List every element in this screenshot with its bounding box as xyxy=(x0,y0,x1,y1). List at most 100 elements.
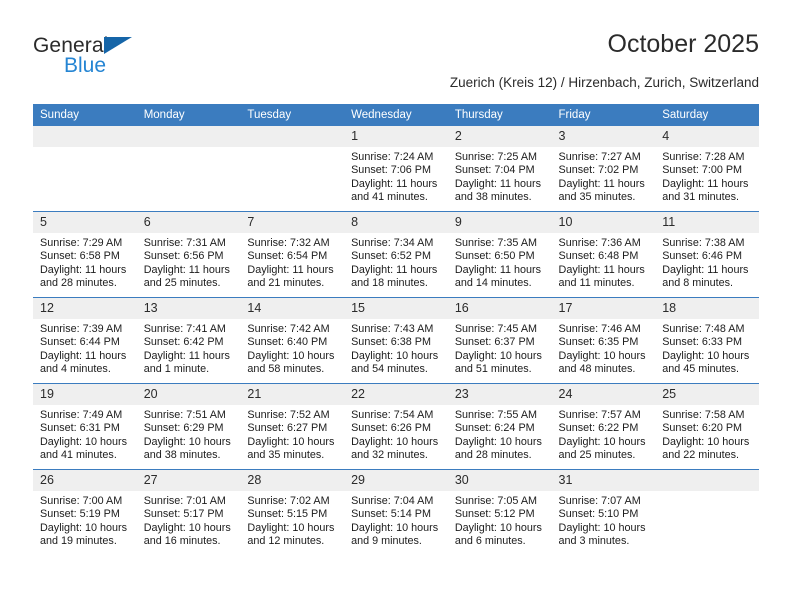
calendar-day-cell[interactable]: 14 Sunrise: 7:42 AM Sunset: 6:40 PM Dayligh… xyxy=(240,297,345,384)
sunrise-text: Sunrise: 7:29 AM xyxy=(40,237,123,249)
sunset-text: Sunset: 6:58 PM xyxy=(40,250,120,263)
sunset-text: Sunset: 6:27 PM xyxy=(247,422,328,435)
day-details: Sunrise: 7:05 AM Sunset: 5:12 PM Daylight:… xyxy=(448,491,552,549)
sunrise-text: Sunrise: 7:42 AM xyxy=(247,323,330,335)
day-number: 15 xyxy=(344,298,448,319)
daylight-text: Daylight: 10 hours and 32 minutes. xyxy=(351,435,439,462)
day-number: 10 xyxy=(551,212,656,233)
sunrise-text: Sunrise: 7:55 AM xyxy=(454,409,538,421)
daylight-text: Daylight: 11 hours and 18 minutes. xyxy=(351,263,438,290)
day-details: Sunrise: 7:29 AM Sunset: 6:58 PM Daylight:… xyxy=(33,233,137,291)
daylight-text: Daylight: 10 hours and 6 minutes. xyxy=(454,521,542,548)
day-details: Sunrise: 7:02 AM Sunset: 5:15 PM Daylight:… xyxy=(240,491,344,549)
calendar-day-cell[interactable]: 31 Sunrise: 7:07 AM Sunset: 5:10 PM Dayligh… xyxy=(551,469,656,555)
calendar-page: General Blue October 2025 Zuerich (Kreis… xyxy=(0,0,792,612)
calendar-day-cell[interactable]: 1 Sunrise: 7:24 AM Sunset: 7:06 PM Daylight… xyxy=(344,126,448,212)
calendar-day-cell[interactable]: 13 Sunrise: 7:41 AM Sunset: 6:42 PM Dayligh… xyxy=(136,297,241,384)
calendar-day-cell[interactable]: 21 Sunrise: 7:52 AM Sunset: 6:27 PM Dayligh… xyxy=(240,383,345,470)
sunrise-text: Sunrise: 7:27 AM xyxy=(558,151,641,163)
day-details: Sunrise: 7:27 AM Sunset: 7:02 PM Daylight:… xyxy=(552,147,656,205)
sunrise-text: Sunrise: 7:05 AM xyxy=(454,495,538,507)
day-details: Sunrise: 7:48 AM Sunset: 6:33 PM Daylight:… xyxy=(655,319,759,377)
calendar-week-row: 1 Sunrise: 7:24 AM Sunset: 7:06 PM Daylight… xyxy=(33,126,759,212)
calendar-day-cell[interactable]: 22 Sunrise: 7:54 AM Sunset: 6:26 PM Dayligh… xyxy=(344,383,448,470)
day-details: Sunrise: 7:43 AM Sunset: 6:38 PM Daylight:… xyxy=(344,319,448,377)
day-number: 17 xyxy=(551,298,656,319)
sunrise-text: Sunrise: 7:36 AM xyxy=(558,237,641,249)
calendar-day-cell[interactable]: 11 Sunrise: 7:38 AM Sunset: 6:46 PM Dayligh… xyxy=(655,211,759,298)
daylight-text: Daylight: 10 hours and 51 minutes. xyxy=(454,349,542,376)
day-number: 2 xyxy=(447,126,552,147)
sunset-text: Sunset: 6:42 PM xyxy=(143,336,224,349)
weekday-header-wednesday: Wednesday xyxy=(344,104,448,126)
calendar-day-cell[interactable]: 18 Sunrise: 7:48 AM Sunset: 6:33 PM Dayligh… xyxy=(655,297,759,384)
calendar-day-cell[interactable]: 28 Sunrise: 7:02 AM Sunset: 5:15 PM Dayligh… xyxy=(240,469,345,555)
calendar-day-cell[interactable]: 6 Sunrise: 7:31 AM Sunset: 6:56 PM Daylight… xyxy=(136,211,241,298)
daylight-text: Daylight: 11 hours and 28 minutes. xyxy=(40,263,127,290)
day-details: Sunrise: 7:55 AM Sunset: 6:24 PM Daylight:… xyxy=(448,405,552,463)
calendar-day-cell[interactable]: 2 Sunrise: 7:25 AM Sunset: 7:04 PM Daylight… xyxy=(447,126,552,212)
sunset-text: Sunset: 7:02 PM xyxy=(558,164,639,177)
sunrise-text: Sunrise: 7:02 AM xyxy=(247,495,330,507)
calendar-day-cell[interactable]: 27 Sunrise: 7:01 AM Sunset: 5:17 PM Dayligh… xyxy=(136,469,241,555)
sunrise-text: Sunrise: 7:58 AM xyxy=(662,409,745,421)
day-details: Sunrise: 7:01 AM Sunset: 5:17 PM Daylight:… xyxy=(137,491,241,549)
calendar-day-cell[interactable]: 30 Sunrise: 7:05 AM Sunset: 5:12 PM Dayligh… xyxy=(447,469,552,555)
calendar-day-cell[interactable]: 20 Sunrise: 7:51 AM Sunset: 6:29 PM Dayligh… xyxy=(136,383,241,470)
sunrise-text: Sunrise: 7:54 AM xyxy=(351,409,434,421)
calendar-day-cell[interactable]: 4 Sunrise: 7:28 AM Sunset: 7:00 PM Daylight… xyxy=(655,126,759,212)
calendar-day-cell[interactable]: 24 Sunrise: 7:57 AM Sunset: 6:22 PM Dayligh… xyxy=(551,383,656,470)
calendar-day-cell[interactable]: 10 Sunrise: 7:36 AM Sunset: 6:48 PM Dayligh… xyxy=(551,211,656,298)
daylight-text: Daylight: 10 hours and 9 minutes. xyxy=(351,521,439,548)
daylight-text: Daylight: 10 hours and 19 minutes. xyxy=(40,521,128,548)
sunset-text: Sunset: 6:31 PM xyxy=(40,422,120,435)
calendar-day-cell[interactable]: 15 Sunrise: 7:43 AM Sunset: 6:38 PM Dayligh… xyxy=(344,297,448,384)
daylight-text: Daylight: 10 hours and 48 minutes. xyxy=(558,349,646,376)
day-number: 19 xyxy=(33,384,137,405)
calendar-day-cell[interactable]: 17 Sunrise: 7:46 AM Sunset: 6:35 PM Dayligh… xyxy=(551,297,656,384)
calendar-day-cell[interactable]: 8 Sunrise: 7:34 AM Sunset: 6:52 PM Daylight… xyxy=(344,211,448,298)
sunrise-text: Sunrise: 7:52 AM xyxy=(247,409,330,421)
day-details: Sunrise: 7:54 AM Sunset: 6:26 PM Daylight:… xyxy=(344,405,448,463)
sunset-text: Sunset: 5:17 PM xyxy=(143,508,224,521)
day-number: 8 xyxy=(344,212,448,233)
day-details: Sunrise: 7:04 AM Sunset: 5:14 PM Daylight:… xyxy=(344,491,448,549)
sunrise-text: Sunrise: 7:04 AM xyxy=(351,495,434,507)
day-number: 1 xyxy=(344,126,448,147)
day-number xyxy=(136,126,241,147)
calendar-day-cell[interactable]: 16 Sunrise: 7:45 AM Sunset: 6:37 PM Dayligh… xyxy=(447,297,552,384)
sunrise-text: Sunrise: 7:57 AM xyxy=(558,409,641,421)
day-number: 6 xyxy=(136,212,241,233)
daylight-text: Daylight: 10 hours and 54 minutes. xyxy=(351,349,439,376)
sunset-text: Sunset: 6:52 PM xyxy=(351,250,431,263)
day-details: Sunrise: 7:51 AM Sunset: 6:29 PM Daylight:… xyxy=(137,405,241,463)
day-details: Sunrise: 7:34 AM Sunset: 6:52 PM Daylight:… xyxy=(344,233,448,291)
calendar-day-cell[interactable]: 29 Sunrise: 7:04 AM Sunset: 5:14 PM Dayligh… xyxy=(344,469,448,555)
sunset-text: Sunset: 6:35 PM xyxy=(558,336,639,349)
calendar-day-cell[interactable]: 26 Sunrise: 7:00 AM Sunset: 5:19 PM Dayligh… xyxy=(33,469,137,555)
day-number xyxy=(240,126,345,147)
sunrise-text: Sunrise: 7:00 AM xyxy=(40,495,123,507)
calendar-day-cell[interactable]: 3 Sunrise: 7:27 AM Sunset: 7:02 PM Daylight… xyxy=(551,126,656,212)
day-details: Sunrise: 7:32 AM Sunset: 6:54 PM Daylight:… xyxy=(240,233,344,291)
sunrise-text: Sunrise: 7:46 AM xyxy=(558,323,641,335)
calendar-day-cell[interactable]: 23 Sunrise: 7:55 AM Sunset: 6:24 PM Dayligh… xyxy=(447,383,552,470)
general-blue-logo[interactable]: General Blue xyxy=(33,34,233,84)
calendar-day-cell[interactable]: 7 Sunrise: 7:32 AM Sunset: 6:54 PM Daylight… xyxy=(240,211,345,298)
day-number: 27 xyxy=(136,470,241,491)
calendar-week-row: 19 Sunrise: 7:49 AM Sunset: 6:31 PM Dayligh… xyxy=(33,383,759,470)
sunrise-text: Sunrise: 7:35 AM xyxy=(454,237,538,249)
sunset-text: Sunset: 6:24 PM xyxy=(454,422,535,435)
sunset-text: Sunset: 7:06 PM xyxy=(351,164,431,177)
daylight-text: Daylight: 10 hours and 58 minutes. xyxy=(247,349,335,376)
day-number: 23 xyxy=(447,384,552,405)
calendar-day-cell[interactable]: 9 Sunrise: 7:35 AM Sunset: 6:50 PM Daylight… xyxy=(447,211,552,298)
calendar-day-cell[interactable]: 12 Sunrise: 7:39 AM Sunset: 6:44 PM Dayligh… xyxy=(33,297,137,384)
day-number: 21 xyxy=(240,384,345,405)
calendar-day-cell[interactable]: 25 Sunrise: 7:58 AM Sunset: 6:20 PM Dayligh… xyxy=(655,383,759,470)
day-details: Sunrise: 7:58 AM Sunset: 6:20 PM Daylight:… xyxy=(655,405,759,463)
sunset-text: Sunset: 6:54 PM xyxy=(247,250,328,263)
calendar-day-cell[interactable]: 19 Sunrise: 7:49 AM Sunset: 6:31 PM Dayligh… xyxy=(33,383,137,470)
sunset-text: Sunset: 5:12 PM xyxy=(454,508,535,521)
calendar-day-cell[interactable]: 5 Sunrise: 7:29 AM Sunset: 6:58 PM Daylight… xyxy=(33,211,137,298)
